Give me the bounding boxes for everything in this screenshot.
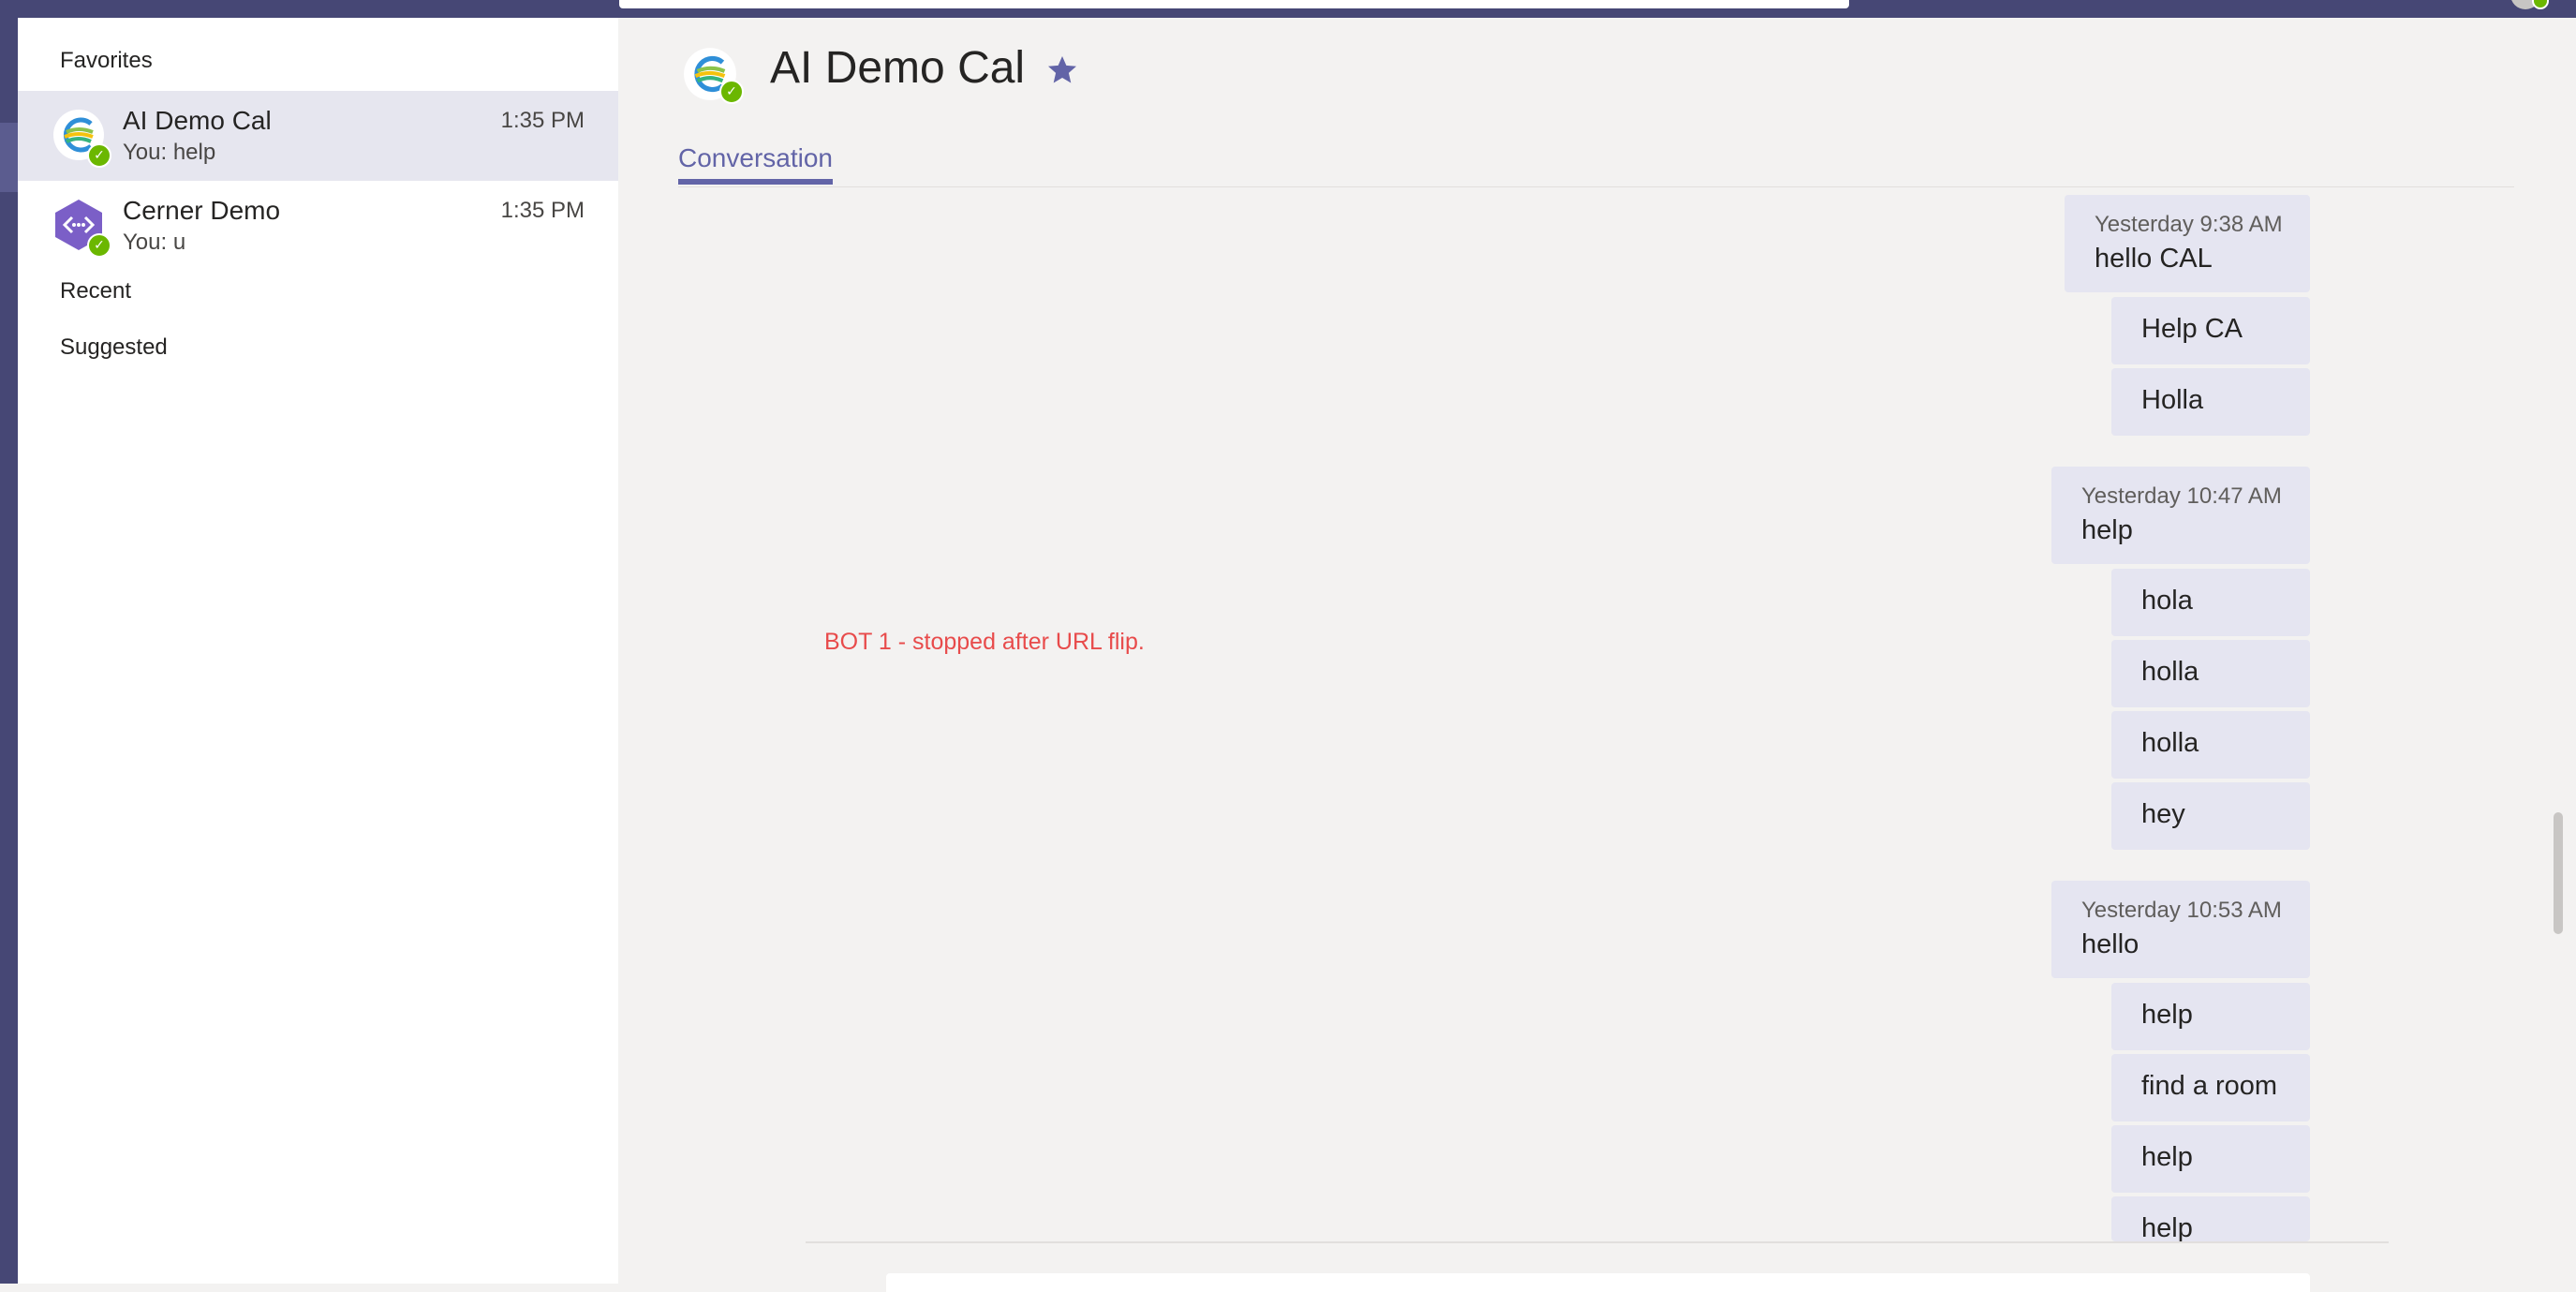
- message-bubble[interactable]: Holla: [2111, 368, 2310, 436]
- conversation-pane: ✓ AI Demo Cal Conversation BOT 1 - stopp…: [618, 18, 2576, 1292]
- message-text: help: [2141, 1000, 2193, 1030]
- scrollbar-thumb[interactable]: [2554, 812, 2563, 934]
- message-timestamp: Yesterday 10:47 AM: [2081, 483, 2282, 509]
- message-text: hello: [2081, 929, 2139, 959]
- message-bubble[interactable]: find a room: [2111, 1054, 2310, 1121]
- message-timestamp: Yesterday 9:38 AM: [2095, 212, 2283, 237]
- chat-item-time: 1:35 PM: [500, 198, 585, 223]
- chat-item-name: Cerner Demo: [123, 196, 281, 225]
- chat-item-preview: You: help: [123, 140, 216, 165]
- compose-divider: [806, 1241, 2389, 1243]
- message-bubble[interactable]: help: [2111, 1125, 2310, 1193]
- message-bubble[interactable]: Yesterday 10:47 AM help: [2051, 467, 2310, 564]
- message-text: help: [2141, 1213, 2193, 1241]
- message-bubble[interactable]: Yesterday 10:53 AM hello: [2051, 881, 2310, 978]
- message-text: holla: [2141, 657, 2199, 687]
- presence-available-icon: ✓: [719, 80, 744, 104]
- message-text: holla: [2141, 728, 2199, 758]
- presence-available-icon: ✓: [87, 143, 111, 168]
- app-rail-active-item[interactable]: [0, 123, 18, 192]
- message-bubble[interactable]: Help CA: [2111, 297, 2310, 364]
- message-text: Help CA: [2141, 314, 2243, 344]
- chat-item-time: 1:35 PM: [500, 108, 585, 133]
- message-text: Holla: [2141, 385, 2204, 415]
- top-bar: [0, 0, 2576, 18]
- chat-list-panel: Favorites ✓ AI Demo Cal You: help 1:35 P…: [18, 18, 618, 1284]
- presence-available-icon: [2532, 0, 2549, 9]
- chat-item-preview: You: u: [123, 230, 186, 255]
- message-bubble[interactable]: hola: [2111, 569, 2310, 636]
- message-bubble[interactable]: holla: [2111, 711, 2310, 779]
- suggested-section-label[interactable]: Suggested: [60, 334, 168, 361]
- recent-section-label[interactable]: Recent: [60, 278, 131, 304]
- presence-available-icon: ✓: [87, 233, 111, 258]
- star-icon[interactable]: [1045, 53, 1079, 87]
- app-rail: [0, 18, 18, 1284]
- search-input[interactable]: [619, 0, 1849, 8]
- tab-divider: [678, 186, 2514, 187]
- message-text: hey: [2141, 799, 2185, 829]
- page-title: AI Demo Cal: [770, 43, 1026, 93]
- favorites-section-label[interactable]: Favorites: [60, 48, 153, 74]
- compose-input[interactable]: [886, 1273, 2310, 1292]
- message-bubble[interactable]: help: [2111, 983, 2310, 1050]
- message-text: find a room: [2141, 1071, 2278, 1101]
- message-bubble[interactable]: hey: [2111, 782, 2310, 850]
- message-text: help: [2141, 1142, 2193, 1172]
- chat-item-cerner-demo[interactable]: ✓ Cerner Demo You: u 1:35 PM: [18, 181, 618, 271]
- annotation-text: BOT 1 - stopped after URL flip.: [824, 629, 1145, 655]
- message-bubble[interactable]: holla: [2111, 640, 2310, 707]
- message-text: help: [2081, 515, 2133, 545]
- message-text: hello CAL: [2095, 244, 2213, 274]
- message-bubble[interactable]: help: [2111, 1196, 2310, 1241]
- chat-item-ai-demo-cal[interactable]: ✓ AI Demo Cal You: help 1:35 PM: [18, 91, 618, 181]
- message-bubble[interactable]: Yesterday 9:38 AM hello CAL: [2065, 195, 2310, 292]
- message-timestamp: Yesterday 10:53 AM: [2081, 898, 2282, 923]
- chat-item-name: AI Demo Cal: [123, 106, 272, 135]
- message-text: hola: [2141, 586, 2193, 616]
- tab-conversation[interactable]: Conversation: [678, 143, 833, 185]
